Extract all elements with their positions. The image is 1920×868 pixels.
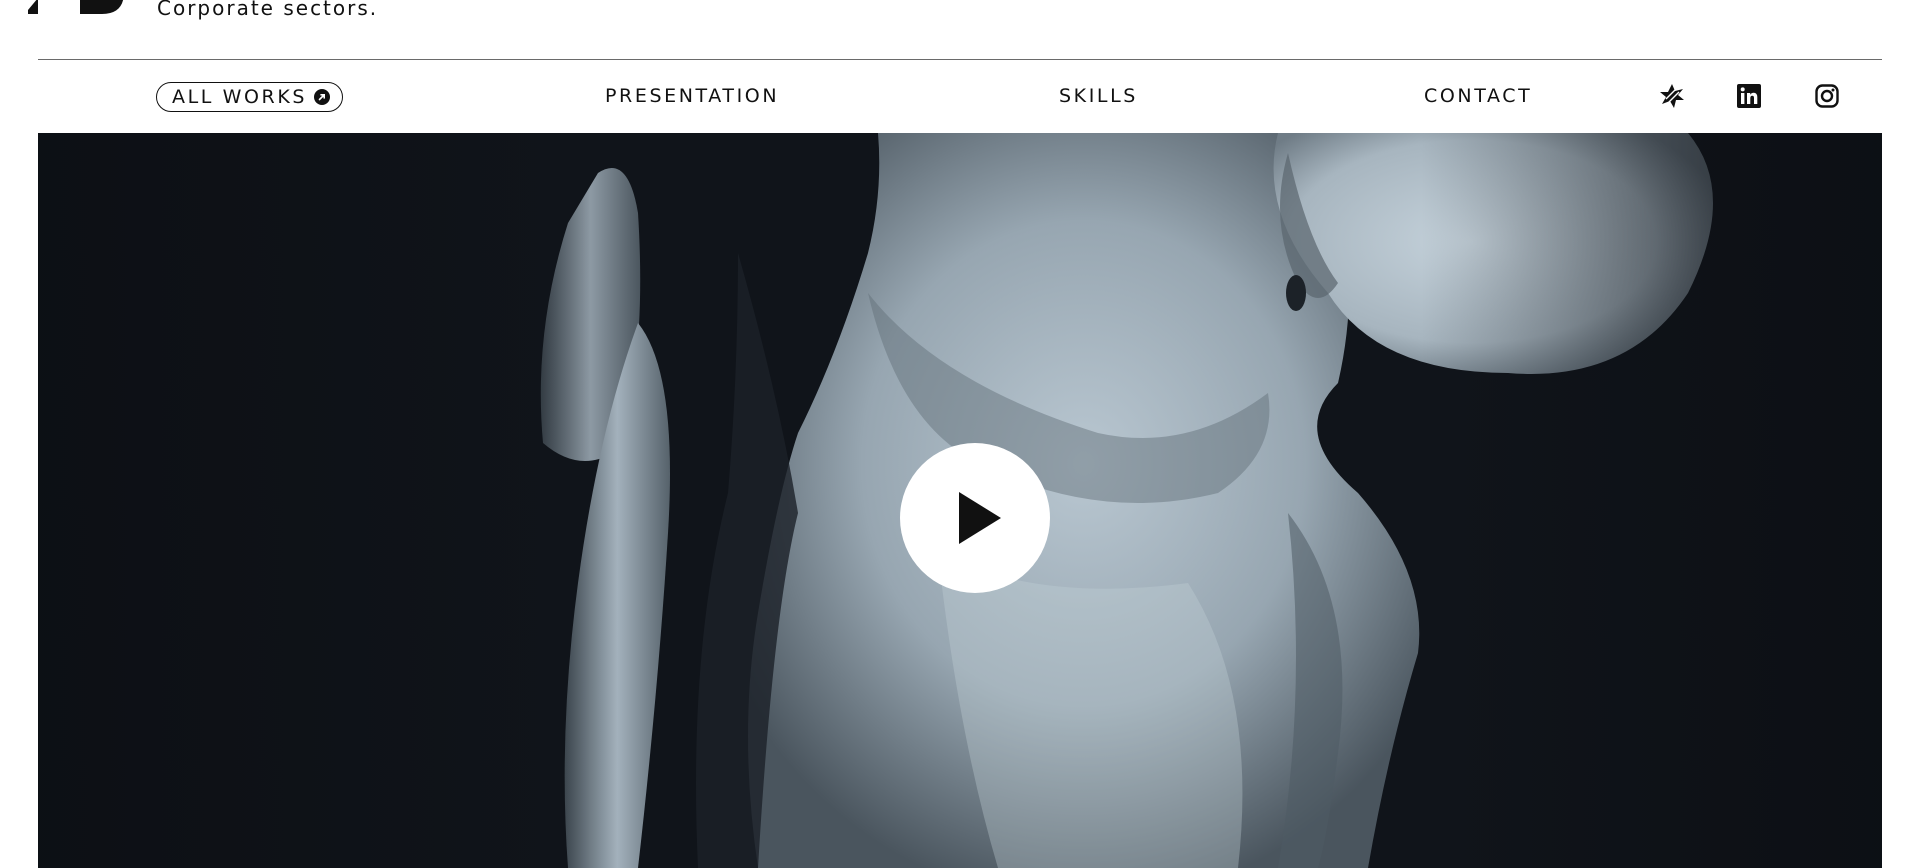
nav-contact-link[interactable]: CONTACT: [1424, 84, 1532, 108]
instagram-icon[interactable]: [1813, 82, 1841, 110]
hero-video[interactable]: [38, 133, 1882, 868]
header-tagline: Corporate sectors.: [157, 0, 379, 20]
behance-icon[interactable]: [1658, 82, 1686, 110]
brand-logo[interactable]: [28, 0, 124, 14]
play-button[interactable]: [900, 443, 1050, 593]
play-icon: [959, 492, 1001, 544]
page: Corporate sectors. ALL WORKS PRESENTATIO…: [0, 0, 1920, 868]
nav-presentation-link[interactable]: PRESENTATION: [605, 84, 779, 108]
linkedin-icon[interactable]: [1735, 82, 1763, 110]
nav-skills-link[interactable]: SKILLS: [1059, 84, 1138, 108]
arrow-up-right-circle-icon: [314, 89, 331, 105]
nav-all-works-label: ALL WORKS: [172, 86, 308, 108]
nav-all-works-button[interactable]: ALL WORKS: [156, 82, 344, 112]
main-nav: ALL WORKS PRESENTATION SKILLS CONTACT: [38, 60, 1882, 133]
